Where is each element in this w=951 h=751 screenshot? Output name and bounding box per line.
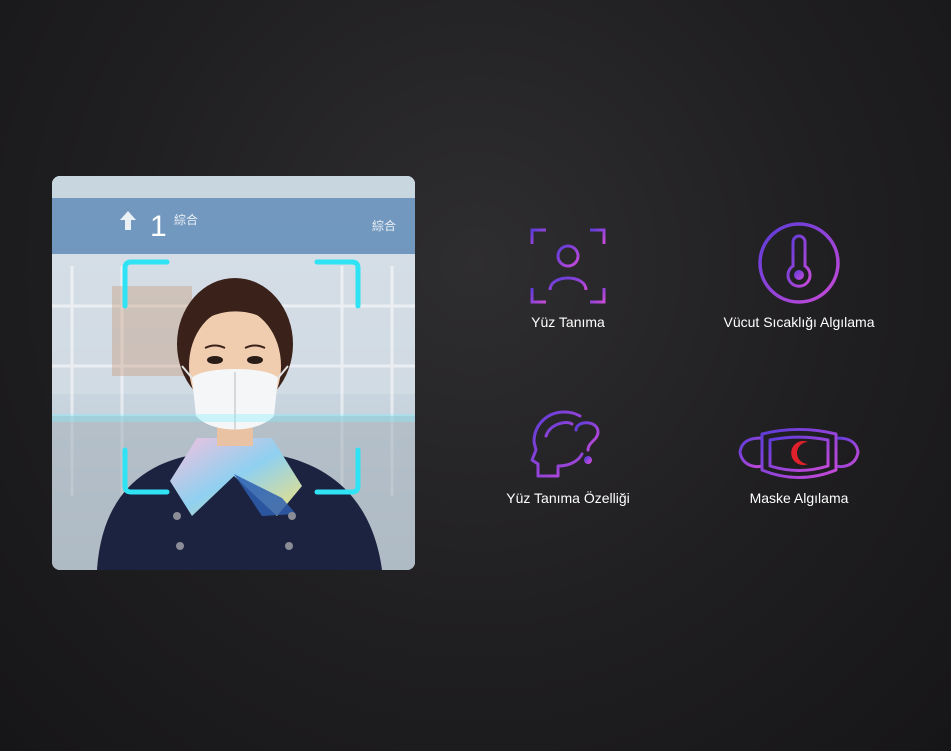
face-mask-icon [738,428,860,479]
sign-text-right: 綜合 [372,218,396,233]
thermometer-icon [758,222,840,304]
sign-text-left: 綜合 [174,212,198,227]
person-illustration: 1 綜合 綜合 [52,176,415,570]
feature-face-recognition: Yüz Tanıma [480,226,656,330]
feature-label: Yüz Tanıma Özelliği [506,490,630,506]
feature-mask-detection: Maske Algılama [706,426,892,506]
feature-label: Maske Algılama [749,490,849,506]
head-question-icon [530,410,600,478]
face-scan-icon [530,228,606,304]
feature-label: Vücut Sıcaklığı Algılama [723,314,875,330]
feature-face-recognition-property: Yüz Tanıma Özelliği [480,402,656,506]
face-scan-photo: 1 綜合 綜合 [52,176,415,570]
feature-body-temperature: Vücut Sıcaklığı Algılama [706,220,892,330]
sign-number: 1 [150,210,167,243]
feature-label: Yüz Tanıma [531,314,605,330]
